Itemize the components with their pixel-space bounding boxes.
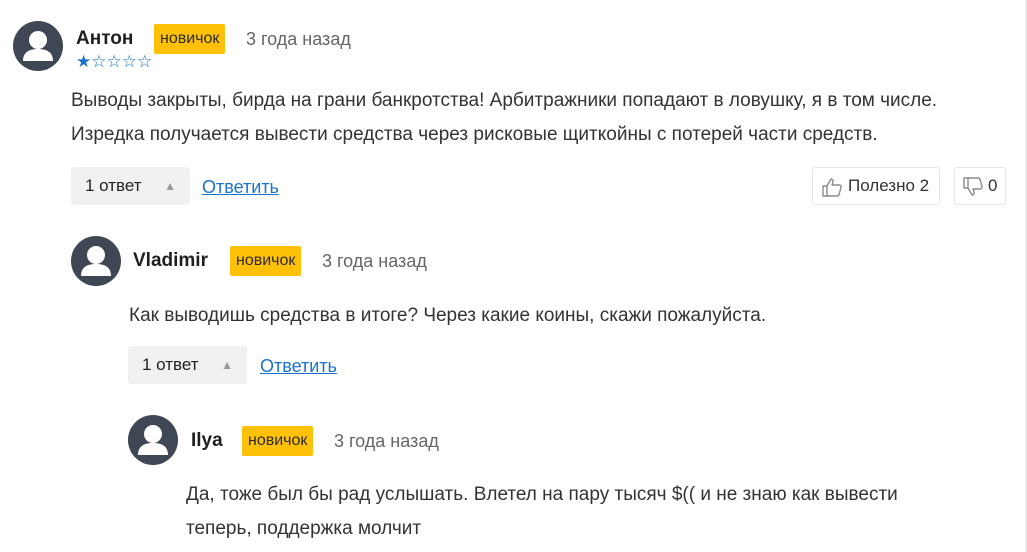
comment-text-line: Выводы закрыты, бирда на грани банкротст… [71, 90, 938, 111]
helpful-button[interactable]: Полезно 2 [812, 167, 940, 205]
author-name[interactable]: Vladimir [133, 250, 208, 272]
thumbs-up-icon [822, 178, 842, 197]
user-avatar-icon[interactable] [71, 236, 121, 286]
user-badge: новичок [154, 24, 226, 54]
helpful-count: 2 [919, 176, 930, 195]
comment-text-line: Изредка получается вывести средства чере… [71, 124, 878, 145]
chevron-up-icon: ▲ [164, 179, 176, 193]
replies-toggle-button[interactable]: 1 ответ ▲ [128, 346, 247, 384]
author-name[interactable]: Антон [76, 28, 133, 50]
replies-count-label: 1 ответ [85, 176, 142, 195]
replies-toggle-button[interactable]: 1 ответ ▲ [71, 167, 190, 205]
user-avatar-icon[interactable] [128, 415, 178, 465]
unhelpful-button[interactable]: 0 [954, 167, 1006, 205]
user-badge: новичок [242, 426, 314, 456]
helpful-label: Полезно [848, 176, 920, 195]
comment-text-line: Как выводишь средства в итоге? Через как… [129, 305, 767, 326]
user-avatar-icon[interactable] [13, 21, 63, 71]
comment-text-line: теперь, поддержка молчит [186, 518, 422, 539]
comment-date: 3 года назад [322, 251, 427, 271]
comment-date: 3 года назад [334, 431, 439, 451]
unhelpful-count: 0 [988, 176, 998, 195]
user-badge: новичок [230, 246, 302, 276]
comment-anton: Антон новичок 3 года назад ★☆☆☆☆ Выводы … [0, 0, 1027, 215]
author-name[interactable]: Ilya [191, 430, 223, 452]
reply-link[interactable]: Ответить [202, 177, 279, 198]
thumbs-down-icon [963, 177, 983, 196]
replies-count-label: 1 ответ [142, 355, 199, 374]
comment-date: 3 года назад [246, 29, 351, 49]
comment-text-line: Да, тоже был бы рад услышать. Влетел на … [186, 484, 898, 505]
rating-stars: ★☆☆☆☆ [76, 52, 153, 71]
chevron-up-icon: ▲ [221, 358, 233, 372]
reply-link[interactable]: Ответить [260, 356, 337, 377]
